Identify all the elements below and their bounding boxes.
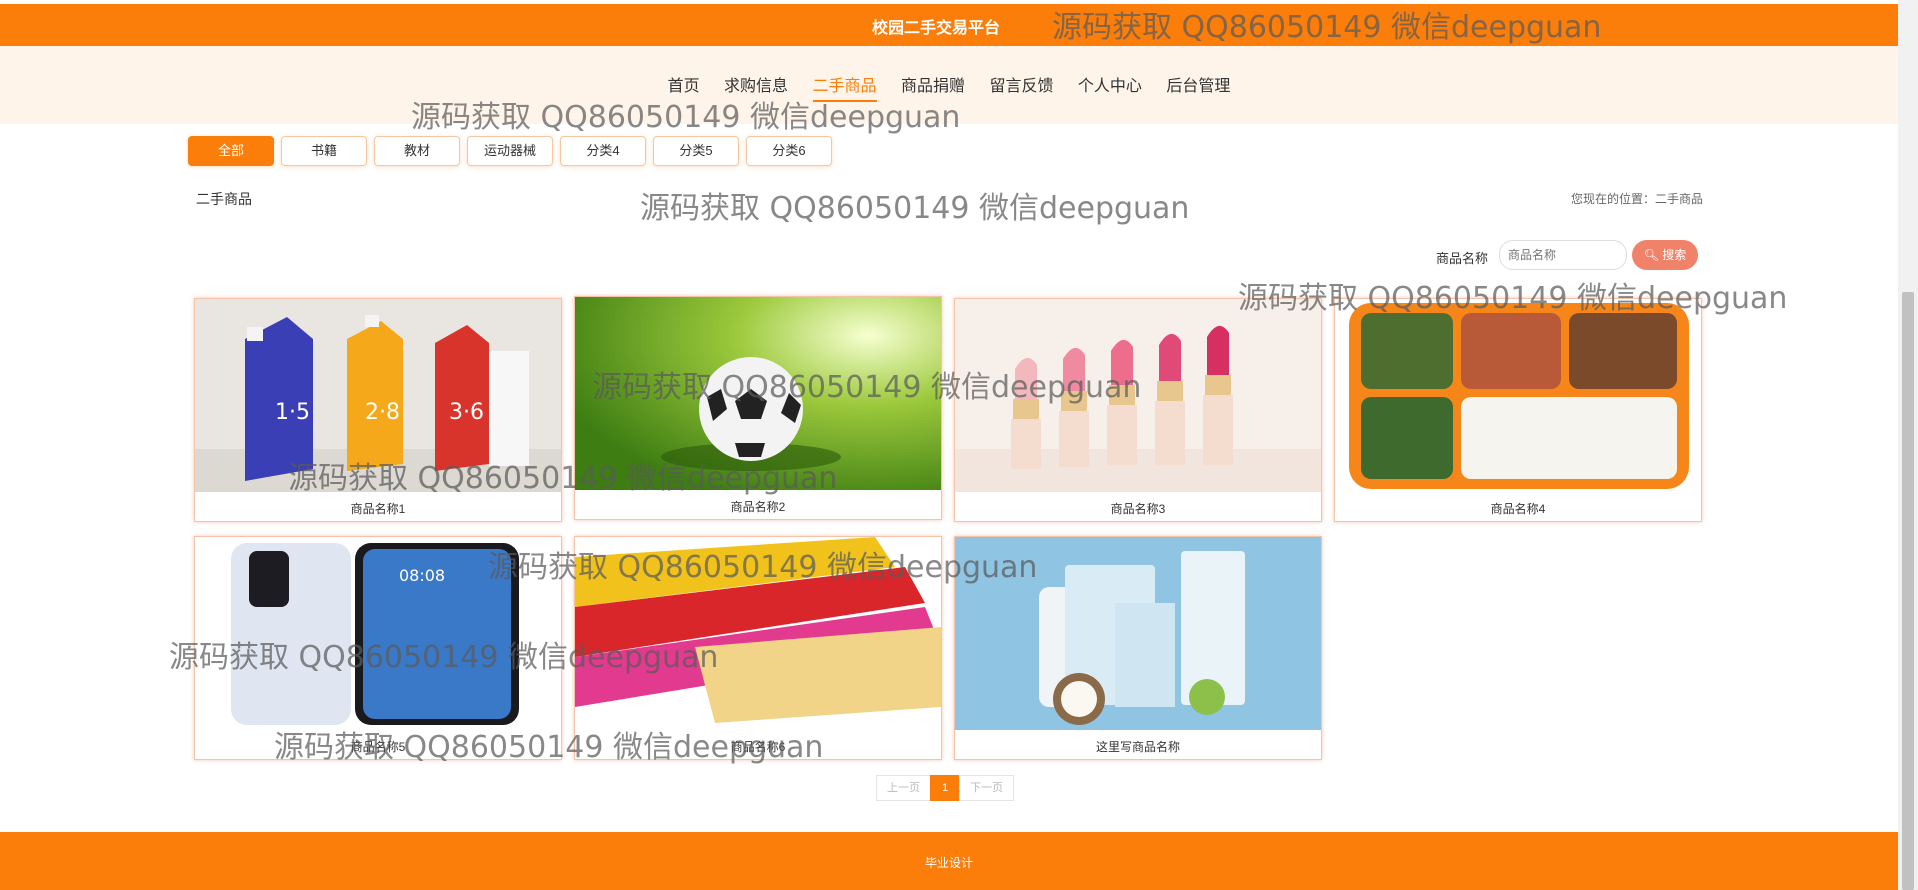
pagination-page-current[interactable]: 1 [930, 775, 961, 801]
product-name[interactable]: 这里写商品名称 [955, 738, 1321, 755]
product-card[interactable]: 商品名称3 [954, 298, 1322, 522]
product-name[interactable]: 商品名称6 [575, 738, 941, 755]
page-scrollbar[interactable] [1898, 0, 1918, 890]
site-title: 校园二手交易平台 [872, 20, 1001, 37]
svg-text:08:08: 08:08 [399, 566, 445, 585]
watermark: 源码获取 QQ86050149 微信deepguan [640, 191, 1190, 226]
category-tab-4[interactable]: 分类4 [560, 136, 646, 166]
product-image-coconut-milk[interactable] [955, 537, 1321, 730]
scrollbar-thumb[interactable] [1902, 292, 1914, 890]
product-name[interactable]: 商品名称1 [195, 500, 561, 517]
top-header-bar: 校园二手交易平台 [0, 4, 1898, 46]
nav-item-admin[interactable]: 后台管理 [1166, 72, 1230, 100]
product-image-soccer-ball[interactable] [575, 297, 941, 490]
svg-text:2·8: 2·8 [365, 400, 400, 425]
search-label: 商品名称 [1436, 251, 1489, 266]
product-card[interactable]: 1·5 2·8 3·6 商品名称1 [194, 298, 562, 522]
category-tabs: 全部 书籍 教材 运动器械 分类4 分类5 分类6 [188, 136, 839, 166]
footer-text: 毕业设计 [924, 856, 973, 870]
product-name[interactable]: 商品名称4 [1335, 500, 1701, 517]
product-card[interactable]: 08:08 商品名称5 [194, 536, 562, 760]
search-icon: 🔍︎ [1643, 248, 1659, 262]
nav-item-home[interactable]: 首页 [668, 72, 700, 100]
category-tab-sports[interactable]: 运动器械 [467, 136, 553, 166]
product-image-phone[interactable]: 08:08 [195, 537, 561, 730]
product-name[interactable]: 商品名称3 [955, 500, 1321, 517]
product-image-lipsticks[interactable] [955, 299, 1321, 492]
main-navigation: 首页 求购信息 二手商品 商品捐赠 留言反馈 个人中心 后台管理 [0, 46, 1898, 124]
pagination: 上一页 1 下一页 [876, 775, 1015, 801]
section-title: 二手商品 [196, 191, 252, 207]
nav-item-feedback[interactable]: 留言反馈 [989, 72, 1053, 100]
product-card[interactable]: 商品名称2 [574, 296, 942, 520]
nav-item-second-hand-goods[interactable]: 二手商品 [812, 72, 877, 102]
product-image-lunch-box[interactable] [1335, 299, 1701, 492]
search-button[interactable]: 🔍︎ 搜索 [1632, 240, 1698, 270]
nav-item-donations[interactable]: 商品捐赠 [901, 72, 965, 100]
product-name[interactable]: 商品名称2 [575, 498, 941, 515]
footer: 毕业设计 [0, 832, 1898, 890]
product-card[interactable]: 商品名称6 [574, 536, 942, 760]
nav-item-personal-center[interactable]: 个人中心 [1078, 72, 1142, 100]
product-name[interactable]: 商品名称5 [195, 738, 561, 755]
category-tab-textbooks[interactable]: 教材 [374, 136, 460, 166]
category-tab-all[interactable]: 全部 [188, 136, 274, 166]
svg-text:1·5: 1·5 [275, 400, 310, 425]
pagination-prev[interactable]: 上一页 [876, 775, 931, 801]
breadcrumb: 您现在的位置：二手商品 [1571, 192, 1704, 206]
category-tab-books[interactable]: 书籍 [281, 136, 367, 166]
category-tab-6[interactable]: 分类6 [746, 136, 832, 166]
product-image-milk-cartons[interactable]: 1·5 2·8 3·6 [195, 299, 561, 492]
svg-text:3·6: 3·6 [449, 400, 484, 425]
product-image-chips[interactable] [575, 537, 941, 730]
search-input[interactable] [1499, 240, 1627, 270]
product-card[interactable]: 这里写商品名称 [954, 536, 1322, 760]
pagination-next[interactable]: 下一页 [959, 775, 1015, 801]
search-button-label: 搜索 [1662, 248, 1687, 262]
nav-item-purchase-requests[interactable]: 求购信息 [724, 72, 788, 100]
product-card[interactable]: 商品名称4 [1334, 298, 1702, 522]
category-tab-5[interactable]: 分类5 [653, 136, 739, 166]
